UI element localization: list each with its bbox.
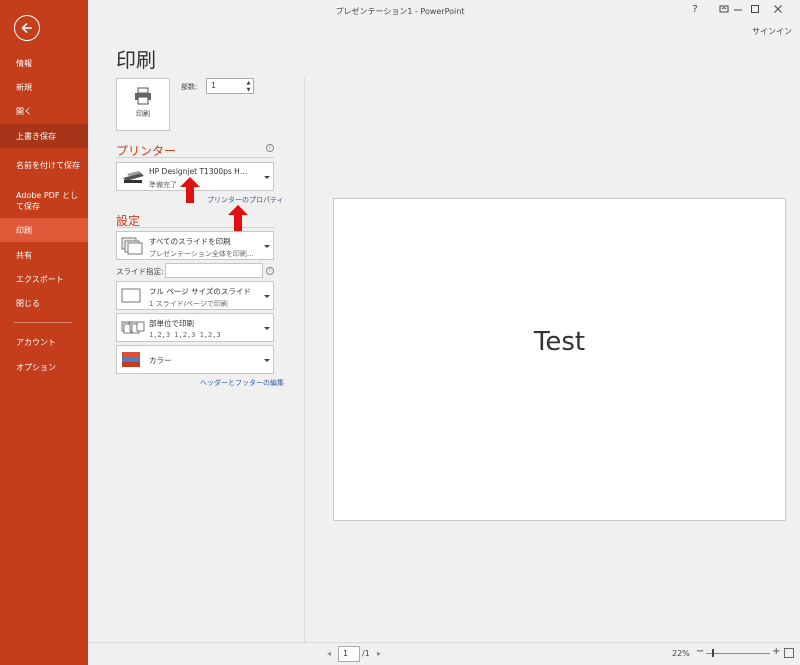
nav-save-as[interactable]: 名前を付けて保存: [0, 152, 88, 178]
printer-divider: [116, 157, 274, 158]
minimize-icon: [734, 9, 742, 11]
page-title: 印刷: [116, 48, 156, 72]
layout-dropdown[interactable]: フル ページ サイズのスライド 1 スライド/ページで印刷: [116, 281, 274, 310]
slide-preview: Test: [333, 198, 786, 521]
backstage-sidebar: 情報 新規 開く 上書き保存 名前を付けて保存 Adobe PDF として保存 …: [0, 0, 88, 665]
full-page-slide-icon: [121, 288, 141, 303]
color-label: カラー: [149, 356, 172, 365]
layout-desc: 1 スライド/ページで印刷: [149, 300, 228, 308]
nav-close[interactable]: 閉じる: [0, 296, 88, 310]
zoom-in-icon[interactable]: +: [772, 646, 780, 657]
maximize-icon: [751, 5, 759, 13]
collate-label: 部単位で印刷: [149, 319, 194, 328]
help-button[interactable]: ?: [687, 4, 703, 15]
zoom-level[interactable]: 22%: [672, 649, 690, 658]
nav-export[interactable]: エクスポート: [0, 272, 88, 286]
all-slides-icon: [121, 237, 143, 255]
color-dropdown[interactable]: カラー: [116, 345, 274, 374]
collate-icon: [121, 321, 145, 334]
page-total: /1: [362, 649, 370, 658]
collate-desc: 1,2,3 1,2,3 1,2,3: [149, 331, 221, 339]
printer-icon: [135, 87, 151, 105]
collate-dropdown[interactable]: 部単位で印刷 1,2,3 1,2,3 1,2,3: [116, 313, 274, 342]
nav-save[interactable]: 上書き保存: [0, 124, 88, 148]
printer-chevron-down-icon: [264, 176, 270, 179]
copies-value: 1: [211, 81, 217, 90]
copies-up-icon[interactable]: ▲: [245, 80, 252, 86]
copies-input[interactable]: 1 ▲ ▼: [206, 78, 254, 94]
slide-text: Test: [533, 327, 586, 357]
prev-page-icon[interactable]: ◂: [327, 649, 331, 658]
printer-info-icon[interactable]: i: [266, 144, 274, 152]
nav-options[interactable]: オプション: [0, 360, 88, 374]
collate-chevron-down-icon: [264, 327, 270, 330]
nav-new[interactable]: 新規: [0, 80, 88, 94]
color-swatch-icon: [122, 352, 140, 367]
header-footer-link[interactable]: ヘッダーとフッターの編集: [200, 378, 284, 388]
close-icon: [774, 5, 782, 13]
minimize-button[interactable]: [730, 4, 746, 17]
nav-save-adobe-pdf[interactable]: Adobe PDF として保存: [0, 188, 88, 214]
zoom-out-icon[interactable]: −: [696, 646, 704, 657]
zoom-slider-thumb[interactable]: [712, 649, 714, 657]
printer-device-icon: [123, 171, 144, 183]
back-button[interactable]: [14, 15, 40, 41]
slides-label: スライド指定:: [116, 267, 164, 276]
ribbon-display-icon: [719, 5, 729, 13]
nav-info[interactable]: 情報: [0, 56, 88, 70]
zoom-to-page-icon[interactable]: [784, 648, 794, 658]
zoom-slider[interactable]: [706, 653, 770, 654]
nav-share[interactable]: 共有: [0, 248, 88, 262]
window-title: プレゼンテーション1 - PowerPoint: [335, 7, 465, 16]
bottom-bar: [88, 642, 800, 665]
layout-chevron-down-icon: [264, 295, 270, 298]
print-range-dropdown[interactable]: すべてのスライドを印刷 プレゼンテーション全体を印刷…: [116, 231, 274, 260]
next-page-icon[interactable]: ▸: [377, 649, 381, 658]
close-button[interactable]: [770, 4, 786, 17]
print-button[interactable]: 印刷: [116, 78, 170, 131]
page-input[interactable]: 1: [338, 646, 360, 662]
printer-status: 準備完了: [149, 181, 177, 189]
slides-info-icon[interactable]: i: [266, 267, 274, 275]
maximize-button[interactable]: [747, 4, 763, 17]
printer-name: HP Designjet T1300ps H…: [149, 167, 248, 176]
annotation-arrow-up-icon: [180, 177, 200, 203]
signin-link[interactable]: サインイン: [752, 26, 792, 37]
print-range-desc: プレゼンテーション全体を印刷…: [149, 250, 254, 258]
print-button-label: 印刷: [136, 110, 150, 118]
nav-print[interactable]: 印刷: [0, 218, 88, 242]
nav-account[interactable]: アカウント: [0, 335, 88, 349]
print-range-chevron-down-icon: [264, 245, 270, 248]
slides-input[interactable]: [165, 263, 263, 278]
nav-separator: [14, 322, 72, 323]
copies-label: 部数:: [181, 83, 198, 91]
settings-divider: [116, 227, 274, 228]
panel-divider: [304, 78, 305, 642]
color-chevron-down-icon: [264, 359, 270, 362]
annotation-arrow-up-icon: [228, 205, 248, 231]
copies-down-icon[interactable]: ▼: [245, 87, 252, 93]
back-arrow-icon: [21, 22, 32, 34]
layout-label: フル ページ サイズのスライド: [149, 287, 251, 296]
printer-properties-link[interactable]: プリンターのプロパティ: [207, 195, 284, 205]
nav-open[interactable]: 開く: [0, 104, 88, 118]
print-range-label: すべてのスライドを印刷: [149, 237, 231, 246]
